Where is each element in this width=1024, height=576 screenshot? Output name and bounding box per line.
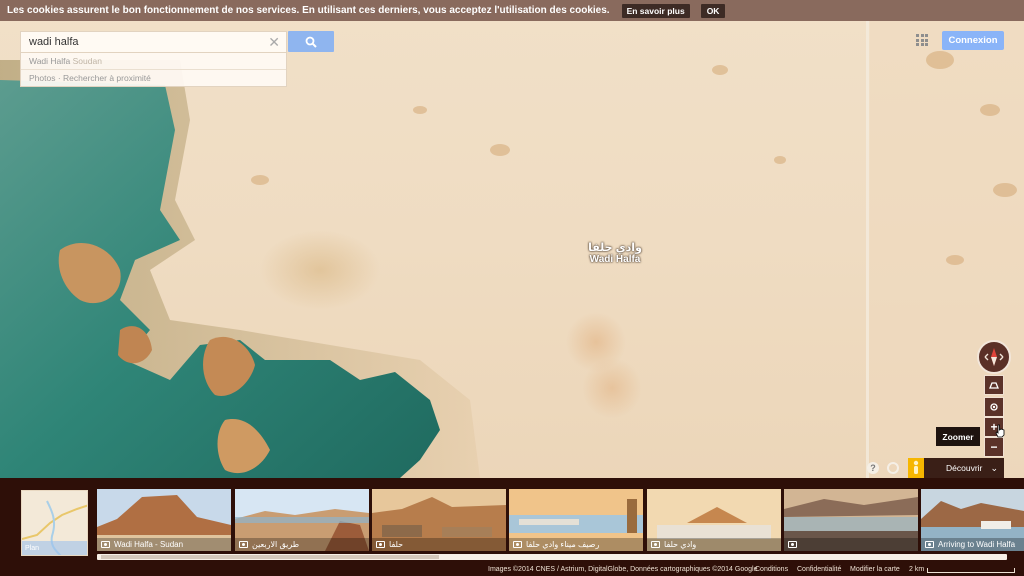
photo-caption: وادي حلفا <box>647 538 781 551</box>
photo-caption: رصيف ميناء وادي حلفا <box>509 538 643 551</box>
camera-icon <box>101 541 110 548</box>
edit-map-link[interactable]: Modifier la carte <box>850 566 900 573</box>
terms-link[interactable]: Conditions <box>755 566 788 573</box>
cookie-ok-button[interactable]: OK <box>700 3 726 18</box>
suggestion-item[interactable]: Wadi Halfa Soudan <box>21 53 286 69</box>
chevron-down-icon: ⌄ <box>990 462 998 473</box>
photo-thumbnail[interactable]: طريق الاربعين <box>235 489 369 551</box>
zoom-tooltip: Zoomer <box>936 427 980 446</box>
close-icon[interactable]: ✕ <box>268 35 280 49</box>
cookie-banner: Les cookies assurent le bon fonctionneme… <box>0 0 1024 21</box>
search-suggestions: Wadi Halfa Soudan Photos · Rechercher à … <box>20 53 287 87</box>
photo-thumbnail[interactable]: حلفا <box>372 489 506 551</box>
search-button[interactable] <box>288 31 334 52</box>
scrollbar-thumb[interactable] <box>101 555 439 559</box>
scale-bar[interactable] <box>927 568 1015 573</box>
help-icon[interactable]: ? <box>867 462 879 474</box>
zoom-out-icon[interactable]: − <box>984 437 1004 457</box>
scale-label[interactable]: 2 km <box>909 566 924 573</box>
camera-icon <box>239 541 248 548</box>
suggestion-main: Photos · Rechercher à proximité <box>29 73 151 83</box>
pegman-icon[interactable] <box>908 458 924 478</box>
camera-icon <box>513 541 522 548</box>
place-name-latin: Wadi Halfa <box>589 254 641 265</box>
compass-needle-icon <box>984 348 1004 366</box>
map-footer: Images ©2014 CNES / Astrium, DigitalGlob… <box>0 564 1024 576</box>
minimap[interactable]: Plan <box>21 490 88 556</box>
photo-filmstrip: Plan Wadi Halfa - Sudan طريق الاربعين حل… <box>0 478 1024 564</box>
photo-caption: طريق الاربعين <box>235 538 369 551</box>
discover-button[interactable]: Découvrir ⌄ <box>908 458 1004 478</box>
filmstrip-scrollbar[interactable] <box>97 554 1007 560</box>
suggestion-sub: Soudan <box>72 56 102 66</box>
search-icon <box>305 36 317 48</box>
photo-thumbnail[interactable]: Wadi Halfa - Sudan <box>97 489 231 551</box>
imagery-attribution: Images ©2014 CNES / Astrium, DigitalGlob… <box>488 566 758 573</box>
photo-thumbnail[interactable] <box>784 489 918 551</box>
camera-icon <box>651 541 660 548</box>
place-label-wadi-halfa[interactable]: وادي حلفا Wadi Halfa <box>560 242 670 266</box>
place-name-arabic: وادي حلفا <box>588 242 642 254</box>
search-box: ✕ <box>20 31 287 53</box>
suggestion-main: Wadi Halfa <box>29 56 71 66</box>
my-location-icon[interactable] <box>984 397 1004 417</box>
discover-label: Découvrir <box>946 463 983 473</box>
learn-more-button[interactable]: En savoir plus <box>621 3 690 18</box>
privacy-link[interactable]: Confidentialité <box>797 566 841 573</box>
tilt-3d-icon[interactable] <box>984 375 1004 395</box>
camera-icon <box>788 541 797 548</box>
camera-icon <box>925 541 934 548</box>
hand-cursor-icon <box>995 424 1005 438</box>
photo-caption: Arriving to Wadi Halfa <box>921 538 1024 551</box>
photo-caption: حلفا <box>372 538 506 551</box>
minimap-label: Plan <box>25 545 40 552</box>
search-input[interactable] <box>21 36 261 48</box>
settings-icon[interactable] <box>887 462 899 474</box>
cookie-message: Les cookies assurent le bon fonctionneme… <box>7 5 610 16</box>
photo-thumbnail[interactable]: رصيف ميناء وادي حلفا <box>509 489 643 551</box>
compass-icon[interactable] <box>977 340 1011 374</box>
camera-icon <box>376 541 385 548</box>
photo-caption: Wadi Halfa - Sudan <box>97 538 231 551</box>
photo-thumbnail[interactable]: وادي حلفا <box>647 489 781 551</box>
signin-button[interactable]: Connexion <box>942 31 1004 50</box>
apps-grid-icon[interactable] <box>916 34 928 46</box>
photo-thumbnail[interactable]: Arriving to Wadi Halfa <box>921 489 1024 551</box>
suggestion-item[interactable]: Photos · Rechercher à proximité <box>21 69 286 85</box>
photo-caption <box>784 538 918 551</box>
